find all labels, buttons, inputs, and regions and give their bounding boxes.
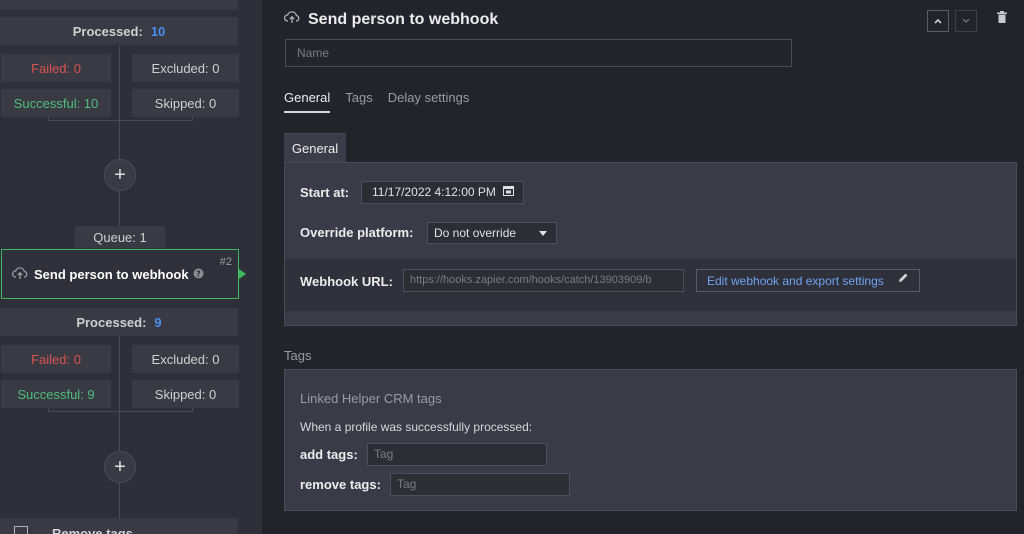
general-subtab[interactable]: General bbox=[284, 133, 346, 162]
start-at-value: 11/17/2022 4:12:00 PM bbox=[372, 185, 496, 199]
add-step-button[interactable]: + bbox=[104, 159, 136, 191]
connector bbox=[119, 482, 120, 518]
tab-general[interactable]: General bbox=[284, 90, 331, 113]
remove-tags-label: remove tags: bbox=[300, 477, 381, 492]
tab-tags[interactable]: Tags bbox=[345, 90, 372, 113]
override-platform-value: Do not override bbox=[434, 226, 517, 240]
webhook-row: Webhook URL: https://hooks.zapier.com/ho… bbox=[285, 259, 1016, 311]
excluded-counter[interactable]: Excluded: 0 bbox=[132, 54, 239, 82]
trash-icon bbox=[997, 11, 1007, 23]
successful-counter[interactable]: Successful: 10 bbox=[1, 89, 111, 117]
delete-button[interactable] bbox=[997, 11, 1007, 27]
successful-counter[interactable]: Successful: 9 bbox=[1, 380, 111, 408]
skipped-counter[interactable]: Skipped: 0 bbox=[132, 89, 239, 117]
plus-icon: + bbox=[114, 455, 126, 478]
failed-counter[interactable]: Failed: 0 bbox=[1, 345, 111, 373]
node-title: Send person to webhook bbox=[34, 266, 189, 282]
webhook-url-label: Webhook URL: bbox=[300, 274, 393, 289]
skipped-counter[interactable]: Skipped: 0 bbox=[132, 380, 239, 408]
processed-counter: Processed: 10 bbox=[0, 17, 238, 45]
override-platform-select[interactable]: Do not override bbox=[427, 222, 557, 244]
tab-delay-settings[interactable]: Delay settings bbox=[388, 90, 470, 113]
general-panel: Start at: 11/17/2022 4:12:00 PM Override… bbox=[284, 162, 1017, 326]
edit-webhook-label: Edit webhook and export settings bbox=[707, 273, 884, 288]
excluded-counter[interactable]: Excluded: 0 bbox=[132, 345, 239, 373]
override-platform-label: Override platform: bbox=[300, 225, 414, 240]
cloud-upload-icon bbox=[11, 266, 28, 283]
start-at-label: Start at: bbox=[300, 185, 350, 200]
connector bbox=[119, 190, 120, 228]
tag-icon bbox=[14, 526, 28, 534]
webhook-url-input[interactable]: https://hooks.zapier.com/hooks/catch/139… bbox=[403, 269, 684, 292]
queue-badge: Queue: 1 bbox=[75, 226, 165, 248]
remove-tags-input[interactable]: Tag bbox=[390, 473, 570, 496]
connector bbox=[119, 336, 120, 451]
node-number: #2 bbox=[219, 256, 232, 268]
move-up-button[interactable] bbox=[927, 10, 949, 32]
move-down-button[interactable] bbox=[955, 10, 977, 32]
processed-count: 9 bbox=[154, 314, 162, 330]
connector bbox=[48, 411, 192, 412]
processed-label: Processed: bbox=[72, 23, 143, 39]
caret-down-icon bbox=[539, 231, 547, 236]
connector bbox=[48, 120, 192, 121]
tags-section-title: Tags bbox=[284, 348, 312, 363]
add-tags-label: add tags: bbox=[300, 447, 358, 462]
processed-count: 10 bbox=[150, 23, 166, 39]
calendar-icon[interactable] bbox=[503, 182, 514, 203]
svg-text:?: ? bbox=[196, 269, 201, 278]
crm-tags-title: Linked Helper CRM tags bbox=[300, 391, 442, 406]
tags-panel: Linked Helper CRM tags When a profile wa… bbox=[284, 369, 1017, 511]
chevron-up-icon bbox=[934, 18, 942, 24]
tab-bar: General Tags Delay settings bbox=[284, 90, 469, 113]
node-arrow-icon bbox=[239, 269, 246, 279]
when-processed-text: When a profile was successfully processe… bbox=[300, 420, 533, 434]
add-tags-input[interactable]: Tag bbox=[367, 443, 547, 466]
processed-counter: Processed: 9 bbox=[0, 308, 238, 336]
start-at-input[interactable]: 11/17/2022 4:12:00 PM bbox=[361, 181, 524, 204]
name-input[interactable]: Name bbox=[285, 39, 792, 67]
page-title: Send person to webhook bbox=[283, 10, 499, 29]
next-node[interactable]: Remove tags bbox=[0, 518, 238, 534]
help-icon[interactable]: ? bbox=[193, 267, 204, 282]
title-text: Send person to webhook bbox=[308, 10, 499, 28]
webhook-node[interactable]: Send person to webhook ? #2 bbox=[1, 249, 239, 299]
next-node-title: Remove tags bbox=[52, 526, 133, 534]
cloud-upload-icon bbox=[283, 10, 300, 29]
flow-panel: Processed: 10 Failed: 0 Excluded: 0 Succ… bbox=[0, 0, 262, 534]
previous-node[interactable] bbox=[0, 0, 238, 10]
add-step-button[interactable]: + bbox=[104, 451, 136, 483]
plus-icon: + bbox=[114, 163, 126, 186]
detail-panel: Send person to webhook Name General Tags… bbox=[262, 0, 1024, 534]
processed-label: Processed: bbox=[76, 314, 147, 330]
failed-counter[interactable]: Failed: 0 bbox=[1, 54, 111, 82]
edit-webhook-button[interactable]: Edit webhook and export settings bbox=[696, 269, 920, 292]
chevron-down-icon bbox=[962, 18, 970, 24]
pencil-icon bbox=[898, 272, 909, 286]
